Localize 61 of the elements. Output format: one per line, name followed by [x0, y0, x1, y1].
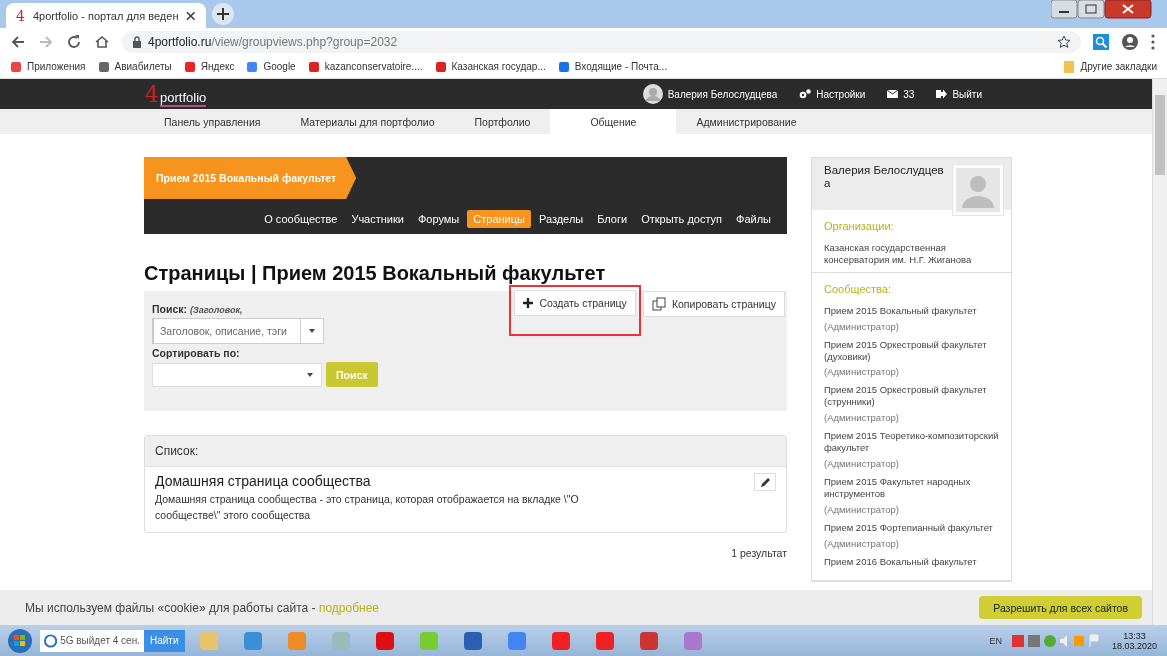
bookmark[interactable]: Входящие - Почта... — [557, 60, 668, 73]
bookmark[interactable]: Приложения — [10, 60, 86, 73]
role-label: (Администратор) — [824, 503, 900, 515]
nav-tab[interactable]: Администрирование — [676, 109, 817, 134]
other-bookmarks[interactable]: Другие закладки — [1063, 59, 1157, 74]
results-count: 1 результат — [730, 546, 787, 559]
allow-cookies-button[interactable]: Разрешить для всех сайтов — [979, 596, 1142, 619]
group-tab[interactable]: Форумы — [411, 210, 466, 228]
section-title: Сообщества: — [824, 282, 892, 295]
community-link[interactable]: Прием 2016 Вокальный факультет — [824, 555, 999, 568]
group-tab[interactable]: О сообществе — [258, 210, 344, 228]
search-label: Поиск: (Заголовок, — [152, 303, 244, 315]
bookmark[interactable]: kazanconservatoire.... — [307, 60, 423, 73]
settings-link[interactable]: Настройки — [799, 88, 866, 100]
nav-tab[interactable]: Панель управления — [144, 109, 281, 134]
role-label: (Администратор) — [824, 366, 900, 378]
bookmark[interactable]: Яндекс — [183, 60, 235, 73]
nav-tab[interactable]: Общение — [550, 109, 677, 134]
community-link[interactable]: Прием 2015 Факультет народных инструментов — [824, 475, 999, 500]
browser-tab[interactable]: 4 4portfolio - портал для веден — [6, 3, 206, 28]
favicon: 4 — [16, 7, 25, 24]
taskbar-search-field[interactable]: 5G выйдет 4 сен. — [40, 629, 144, 652]
bookmark[interactable]: Google — [246, 60, 296, 73]
address-bar[interactable]: 4portfolio.ru/view/groupviews.php?group=2032 — [122, 30, 1081, 53]
group-title: Прием 2015 Вокальный факультет — [144, 157, 357, 199]
community-link[interactable]: Прием 2015 Фортепианный факультет — [824, 521, 999, 534]
create-page-button[interactable]: Создать страницу — [514, 290, 636, 316]
user-link[interactable]: Валерия Белослудцева — [642, 84, 778, 104]
copy-page-button[interactable]: Копировать страницу — [642, 291, 785, 317]
messages-link[interactable]: 33 — [887, 88, 915, 100]
role-label: (Администратор) — [824, 320, 900, 332]
bookmark[interactable]: Казанская государ... — [434, 60, 546, 73]
community-link[interactable]: Прием 2015 Оркестровый факультет (струнники) — [824, 384, 999, 409]
section-title: Организации: — [824, 220, 895, 232]
bookmark[interactable]: Авиабилеты — [97, 60, 172, 73]
language-indicator[interactable]: EN — [989, 635, 1002, 646]
list-title: Список: — [145, 436, 786, 467]
nav-tab[interactable]: Портфолио — [454, 109, 551, 134]
community-link[interactable]: Прием 2015 Оркестровый факультет (духовики) — [824, 338, 999, 363]
tab-title: 4portfolio - портал для веден — [32, 9, 179, 22]
search-field[interactable]: Заголовок, описание, тэги — [152, 318, 324, 344]
organization-link[interactable]: Казанская государственная консерватория им. Н.Г. Жиганова — [824, 242, 999, 266]
group-tab[interactable]: Участники — [345, 210, 410, 228]
clock[interactable]: 13:33 18.03.2020 — [1105, 630, 1163, 651]
role-label: (Администратор) — [824, 457, 900, 469]
page-heading: Страницы | Прием 2015 Вокальный факультет — [144, 262, 607, 285]
group-tab[interactable]: Открыть доступ — [635, 210, 729, 228]
community-link[interactable]: Прием 2015 Теоретико-композиторский факультет — [824, 430, 999, 454]
sort-label: Сортировать по: — [152, 347, 241, 359]
group-tab[interactable]: Блоги — [591, 210, 634, 228]
logout-link[interactable]: Выйти — [936, 88, 982, 100]
site-logo[interactable]: 4 portfolio — [145, 81, 207, 107]
cookie-text: Мы используем файлы «cookie» для работы сайта - подробнее — [25, 600, 379, 615]
community-link[interactable]: Прием 2015 Вокальный факультет — [824, 304, 999, 317]
page-title[interactable]: Домашняя страница сообщества — [155, 473, 754, 489]
role-label: (Администратор) — [824, 412, 900, 424]
role-label: (Администратор) — [824, 537, 900, 549]
group-tab[interactable]: Разделы — [532, 210, 590, 228]
page-description: Домашняя страница сообщества - это страница, которая отображается на вкладке \"О сообществе\" этого сообщества — [155, 492, 580, 523]
group-tab[interactable]: Файлы — [730, 210, 777, 228]
nav-tab[interactable]: Материалы для портфолио — [280, 109, 455, 134]
